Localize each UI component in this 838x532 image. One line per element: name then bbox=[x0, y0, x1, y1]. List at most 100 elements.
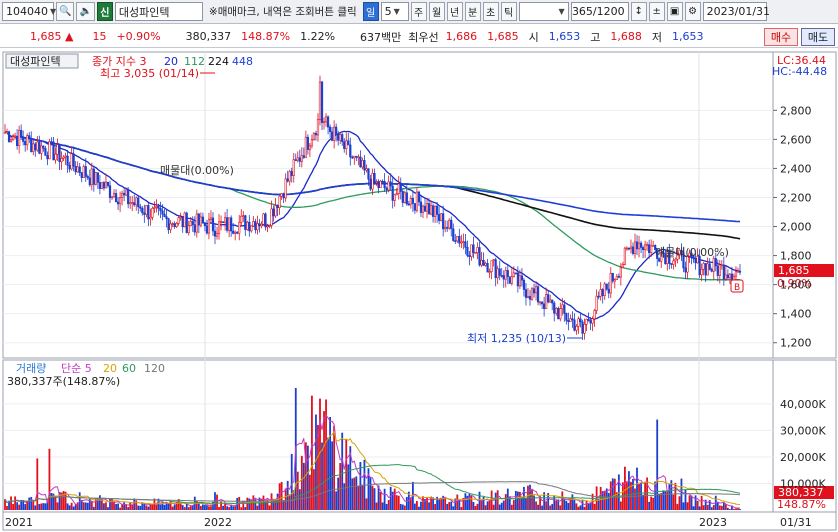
candle-body bbox=[264, 213, 267, 228]
candle-body bbox=[189, 221, 192, 227]
candle-body bbox=[714, 258, 717, 267]
volume-bar bbox=[603, 491, 606, 510]
candle-body bbox=[524, 289, 528, 298]
volume-bar bbox=[375, 502, 378, 510]
candle-body bbox=[244, 215, 247, 230]
volume-bar bbox=[197, 503, 200, 510]
price-tick-label: 1,600 bbox=[780, 279, 812, 292]
volume-bar bbox=[478, 491, 481, 510]
volume-bar bbox=[575, 503, 578, 510]
stock-code-input[interactable]: 104040 ▼ bbox=[2, 2, 56, 21]
volume-bar bbox=[155, 504, 158, 510]
volume-bar bbox=[159, 504, 162, 510]
period-month-button[interactable]: 월 bbox=[428, 2, 445, 21]
volume-bar bbox=[145, 505, 148, 510]
period-week-button[interactable]: 주 bbox=[410, 2, 427, 21]
period-tick-button[interactable]: 틱 bbox=[500, 2, 517, 21]
volume-bar bbox=[650, 496, 653, 510]
volume-bar bbox=[373, 488, 376, 510]
candle-body bbox=[563, 304, 566, 314]
candle-body bbox=[387, 181, 390, 191]
volume-bar bbox=[246, 497, 249, 510]
scroll-arrows-icon[interactable]: ↕ bbox=[630, 2, 647, 21]
indicator-icon[interactable]: ± bbox=[648, 2, 665, 21]
volume-bar bbox=[10, 496, 12, 510]
volume-bar bbox=[127, 507, 130, 510]
period-day-button[interactable]: 일 bbox=[362, 2, 379, 21]
candle-body bbox=[145, 205, 148, 215]
period-second-button[interactable]: 초 bbox=[482, 2, 499, 21]
date-field[interactable]: 2023/01/31 bbox=[702, 2, 770, 21]
candle-body bbox=[674, 258, 677, 262]
period-year-button[interactable]: 년 bbox=[446, 2, 463, 21]
candle-body bbox=[135, 197, 138, 206]
candle-body bbox=[706, 263, 709, 276]
candle-body bbox=[599, 289, 602, 297]
candle-body bbox=[34, 143, 37, 151]
volume-bar bbox=[18, 504, 21, 510]
candle-body bbox=[318, 81, 322, 120]
turnover-value: 1.22% bbox=[300, 30, 336, 43]
candle-body bbox=[143, 212, 146, 215]
volume-bar bbox=[472, 501, 475, 510]
volume-bar bbox=[583, 506, 586, 510]
legend-ma-224: 224 bbox=[208, 55, 229, 68]
volume-bar bbox=[416, 501, 418, 510]
volume-bar bbox=[541, 505, 544, 510]
sin-badge[interactable]: 신 bbox=[96, 2, 113, 21]
candle-body bbox=[38, 141, 41, 154]
save-icon[interactable]: ▣ bbox=[666, 2, 683, 21]
gear-icon[interactable]: ⚙ bbox=[684, 2, 701, 21]
buy-button[interactable]: 매수 bbox=[764, 28, 798, 46]
candle-body bbox=[609, 273, 612, 294]
chevron-down-icon[interactable]: ▼ bbox=[394, 7, 400, 16]
candle-body bbox=[248, 221, 251, 232]
volume-bar bbox=[121, 504, 124, 510]
candle-body bbox=[397, 183, 400, 194]
speaker-icon[interactable]: 🔈 bbox=[76, 2, 95, 21]
candle-body bbox=[413, 203, 417, 211]
count-field[interactable]: 365/1200 bbox=[570, 2, 629, 21]
period-number-input[interactable]: 5 ▼ bbox=[380, 2, 409, 21]
volume-bar bbox=[224, 503, 226, 510]
sell-button[interactable]: 매도 bbox=[801, 28, 835, 46]
stock-name: 대성파인텍 bbox=[118, 5, 170, 19]
candle-body bbox=[215, 232, 219, 237]
candle-body bbox=[631, 246, 635, 254]
candle-body bbox=[381, 180, 384, 183]
candle-body bbox=[409, 198, 412, 205]
volume-bar bbox=[379, 492, 382, 510]
candle-body bbox=[44, 147, 47, 156]
volume-bar bbox=[167, 503, 170, 510]
candle-body bbox=[254, 221, 257, 231]
stock-chart[interactable]: 대성파인텍 종가 지수 3 20 112 224 448 최고 3,035 (0… bbox=[0, 50, 838, 532]
volume-bar bbox=[696, 500, 699, 510]
search-icon[interactable]: 🔍 bbox=[56, 2, 75, 21]
candle-body bbox=[300, 155, 303, 162]
volume-bar bbox=[12, 503, 14, 510]
candle-body bbox=[377, 181, 380, 188]
candle-body bbox=[76, 166, 79, 173]
candle-body bbox=[407, 203, 410, 206]
volume-bar bbox=[187, 507, 190, 510]
volume-bar bbox=[587, 503, 590, 510]
candle-body bbox=[506, 270, 509, 277]
candle-body bbox=[177, 217, 180, 224]
volume-bar bbox=[672, 494, 675, 510]
candle-body bbox=[528, 296, 532, 300]
volume-tick-label: 40,000K bbox=[780, 398, 826, 411]
volume-bar bbox=[14, 496, 16, 510]
candle-body bbox=[488, 271, 491, 273]
candle-body bbox=[183, 212, 186, 228]
candle-body bbox=[591, 318, 594, 324]
candle-body bbox=[260, 223, 263, 227]
panel-title: 대성파인텍 bbox=[10, 55, 61, 68]
volume-bar bbox=[490, 490, 493, 510]
volume-bar bbox=[733, 508, 735, 510]
tick-select[interactable]: ▼ bbox=[518, 2, 569, 21]
volume-bar bbox=[28, 497, 31, 510]
candle-body bbox=[351, 156, 354, 159]
candle-body bbox=[339, 134, 342, 141]
period-minute-button[interactable]: 분 bbox=[464, 2, 481, 21]
stock-name-field[interactable]: 대성파인텍 bbox=[114, 2, 203, 21]
